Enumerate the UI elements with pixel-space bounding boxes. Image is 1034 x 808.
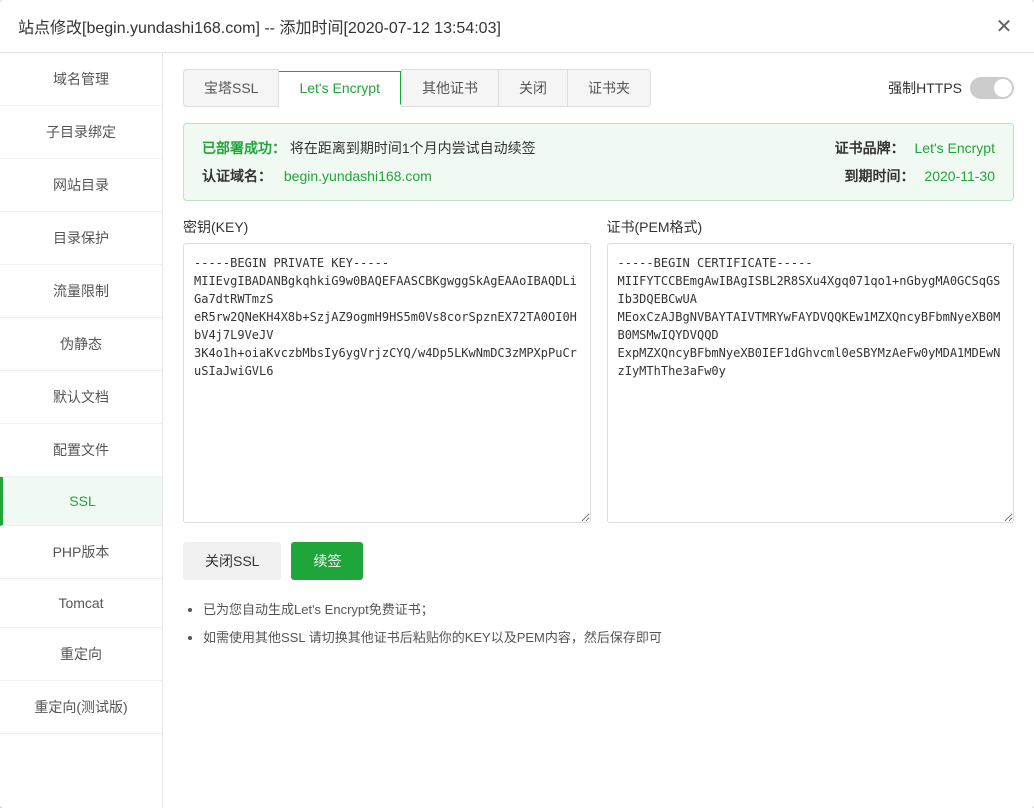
notes-list: 已为您自动生成Let's Encrypt免费证书； 如需使用其他SSL 请切换其… [183, 600, 1014, 647]
success-banner: 已部署成功： 将在距离到期时间1个月内尝试自动续签 证书品牌： Let's En… [183, 123, 1014, 201]
sidebar-item-domain[interactable]: 域名管理 [0, 53, 162, 106]
sidebar-item-php[interactable]: PHP版本 [0, 526, 162, 579]
key-label: 密钥(KEY) [183, 217, 591, 237]
cert-textarea[interactable] [607, 243, 1015, 523]
close-dialog-button[interactable]: ✕ [992, 14, 1016, 38]
title-bar: 站点修改[begin.yundashi168.com] -- 添加时间[2020… [0, 0, 1034, 53]
sidebar-item-subdir[interactable]: 子目录绑定 [0, 106, 162, 159]
sidebar-item-tomcat[interactable]: Tomcat [0, 579, 162, 628]
sidebar: 域名管理 子目录绑定 网站目录 目录保护 流量限制 伪静态 默认文档 配置文件 … [0, 53, 163, 808]
cert-label: 证书(PEM格式) [607, 217, 1015, 237]
sidebar-item-webroot[interactable]: 网站目录 [0, 159, 162, 212]
dialog-title: 站点修改[begin.yundashi168.com] -- 添加时间[2020… [18, 14, 501, 38]
tab-bar: 宝塔SSL Let's Encrypt 其他证书 关闭 证书夹 强制HTTPS [183, 69, 1014, 107]
sidebar-item-traffic[interactable]: 流量限制 [0, 265, 162, 318]
cert-column: 证书(PEM格式) [607, 217, 1015, 526]
https-toggle-area: 强制HTTPS [888, 77, 1014, 99]
sidebar-item-ssl[interactable]: SSL [0, 477, 162, 526]
action-buttons: 关闭SSL 续签 [183, 542, 1014, 580]
tab-baota-ssl[interactable]: 宝塔SSL [183, 69, 279, 107]
content-area: 宝塔SSL Let's Encrypt 其他证书 关闭 证书夹 强制HTTPS … [163, 53, 1034, 808]
sidebar-item-dirprotect[interactable]: 目录保护 [0, 212, 162, 265]
main-layout: 域名管理 子目录绑定 网站目录 目录保护 流量限制 伪静态 默认文档 配置文件 … [0, 53, 1034, 808]
dialog: 站点修改[begin.yundashi168.com] -- 添加时间[2020… [0, 0, 1034, 808]
tab-other-cert[interactable]: 其他证书 [401, 69, 499, 107]
success-domain: 认证域名： begin.yundashi168.com [202, 166, 599, 186]
key-cert-row: 密钥(KEY) 证书(PEM格式) [183, 217, 1014, 526]
note-item-1: 已为您自动生成Let's Encrypt免费证书； [203, 600, 1014, 620]
key-textarea[interactable] [183, 243, 591, 523]
close-ssl-button[interactable]: 关闭SSL [183, 542, 281, 580]
tab-close[interactable]: 关闭 [499, 69, 568, 107]
note-item-2: 如需使用其他SSL 请切换其他证书后粘贴你的KEY以及PEM内容，然后保存即可 [203, 628, 1014, 648]
sidebar-item-redirect[interactable]: 重定向 [0, 628, 162, 681]
tab-lets-encrypt[interactable]: Let's Encrypt [279, 71, 401, 105]
renew-button[interactable]: 续签 [291, 542, 363, 580]
https-toggle-label: 强制HTTPS [888, 78, 962, 98]
cert-brand: 证书品牌： Let's Encrypt [599, 138, 996, 158]
tab-cert-folder[interactable]: 证书夹 [568, 69, 651, 107]
success-main-text: 已部署成功： 将在距离到期时间1个月内尝试自动续签 [202, 138, 599, 158]
sidebar-item-redirect-beta[interactable]: 重定向(测试版) [0, 681, 162, 734]
cert-expire: 到期时间： 2020-11-30 [599, 166, 996, 186]
https-toggle-switch[interactable] [970, 77, 1014, 99]
sidebar-item-rewrite[interactable]: 伪静态 [0, 318, 162, 371]
key-column: 密钥(KEY) [183, 217, 591, 526]
sidebar-item-default-doc[interactable]: 默认文档 [0, 371, 162, 424]
sidebar-item-config[interactable]: 配置文件 [0, 424, 162, 477]
